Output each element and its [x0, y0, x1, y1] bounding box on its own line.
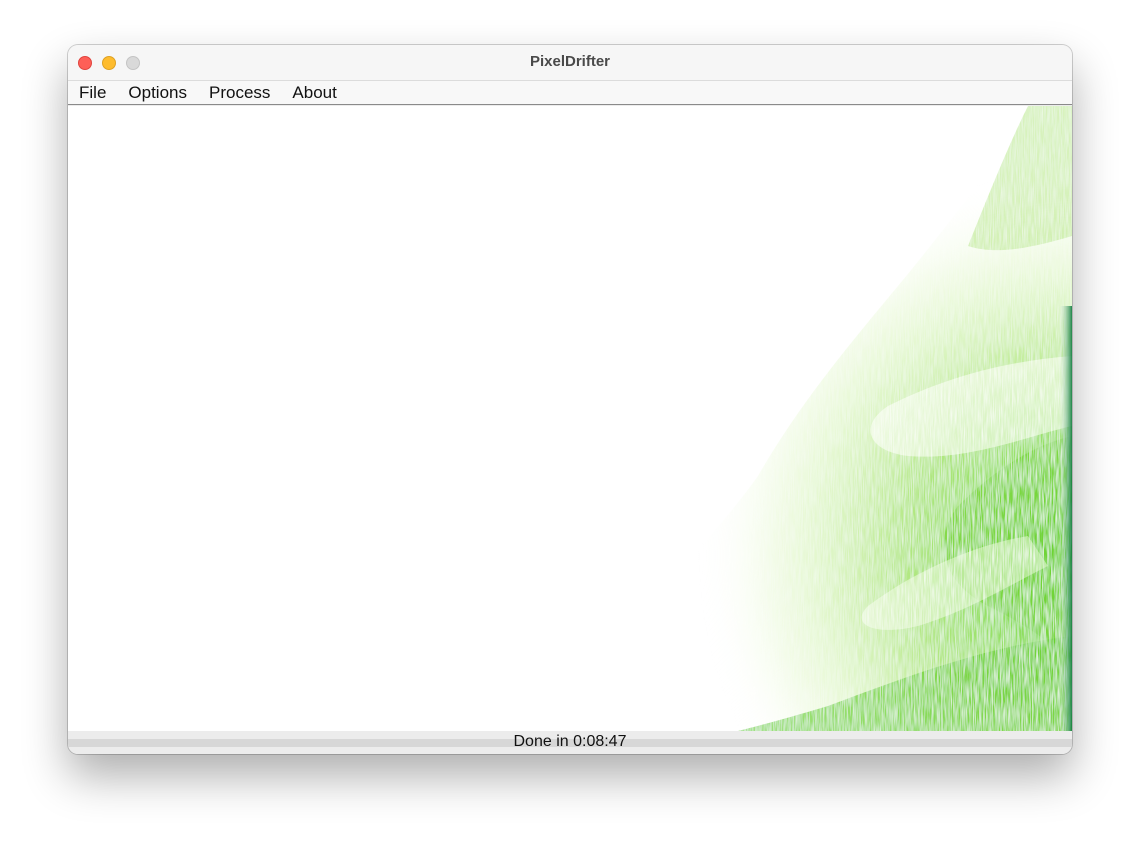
- menu-about[interactable]: About: [285, 82, 343, 104]
- menu-bar: File Options Process About: [68, 81, 1072, 105]
- processed-image: [448, 106, 1072, 731]
- image-canvas[interactable]: [68, 106, 1072, 731]
- green-streak-texture: [448, 106, 1072, 731]
- window-title: PixelDrifter: [529, 53, 611, 70]
- menu-file[interactable]: File: [72, 82, 113, 104]
- dark-green-edge: [1058, 306, 1072, 731]
- status-bar: Done in 0:08:47: [68, 731, 1072, 754]
- menu-process[interactable]: Process: [202, 82, 277, 104]
- menu-options[interactable]: Options: [121, 82, 194, 104]
- status-text: Done in 0:08:47: [513, 733, 627, 750]
- title-bar[interactable]: PixelDrifter: [68, 45, 1072, 81]
- app-window: PixelDrifter File Options Process About: [68, 45, 1072, 754]
